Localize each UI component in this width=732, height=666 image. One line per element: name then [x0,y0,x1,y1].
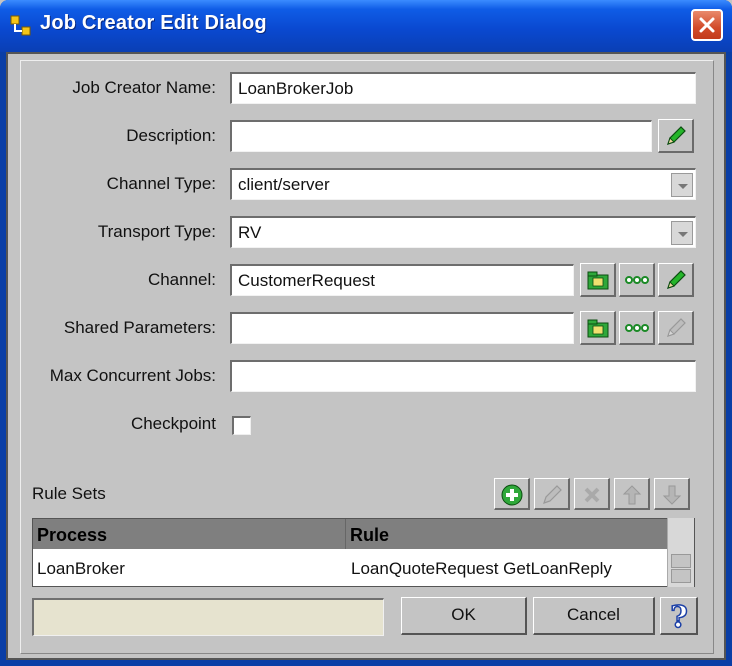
column-header-process[interactable]: Process [33,519,345,549]
channel-type-label: Channel Type: [106,174,216,193]
row-rule-cell: LoanQuoteRequest GetLoanReply [351,559,612,578]
edit-rule-set-button[interactable] [534,478,570,510]
channel-type-select[interactable]: client/server [230,168,696,200]
folder-icon [587,319,609,338]
transport-type-label: Transport Type: [97,222,216,241]
edit-description-button[interactable] [658,119,694,153]
max-concurrent-jobs-label: Max Concurrent Jobs: [49,366,216,385]
browse-channel-button[interactable] [580,263,616,297]
delete-icon [584,487,600,503]
close-icon [699,17,715,33]
transport-type-select[interactable]: RV [230,216,696,248]
row-process-cell: LoanBroker [37,559,125,578]
channel-type-value: client/server [238,175,330,194]
window-title: Job Creator Edit Dialog [40,12,267,34]
job-creator-name-input[interactable]: LoanBrokerJob [230,72,696,104]
svg-text:?: ? [670,600,688,631]
pencil-icon [667,126,686,145]
edit-channel-button[interactable] [658,263,694,297]
folder-icon [587,271,609,290]
shared-parameters-more-button[interactable] [619,311,655,345]
browse-shared-parameters-button[interactable] [580,311,616,345]
channel-input[interactable]: CustomerRequest [230,264,574,296]
scroll-down-icon[interactable] [671,569,691,583]
pencil-icon [667,270,686,289]
table-row[interactable]: LoanBroker LoanQuoteRequest GetLoanReply [33,549,667,586]
rule-sets-label: Rule Sets [32,484,106,503]
pencil-icon [667,318,686,337]
add-rule-set-button[interactable] [494,478,530,510]
table-scrollbar[interactable] [667,518,694,587]
description-label: Description: [126,126,216,145]
close-button[interactable] [691,9,723,41]
scroll-up-icon[interactable] [671,554,691,568]
channel-label: Channel: [147,270,216,289]
delete-rule-set-button[interactable] [574,478,610,510]
ellipsis-icon [625,276,649,284]
pencil-icon [543,485,562,504]
edit-shared-parameters-button[interactable] [658,311,694,345]
max-concurrent-jobs-input[interactable] [230,360,696,392]
chevron-down-icon[interactable] [671,221,693,245]
dialog-window: Job Creator Edit Dialog Job Creator Name… [0,0,732,666]
ok-button[interactable]: OK [401,597,527,635]
arrow-up-icon [622,485,642,505]
plus-icon [501,484,523,506]
column-header-rule[interactable]: Rule [345,519,667,549]
rule-sets-table: Process Rule LoanBroker LoanQuoteRequest… [32,518,695,587]
job-creator-name-label: Job Creator Name: [72,78,216,97]
help-button[interactable]: ? [660,597,698,636]
app-icon [10,15,32,37]
channel-more-button[interactable] [619,263,655,297]
checkpoint-label: Checkpoint [130,414,216,433]
cancel-button[interactable]: Cancel [533,597,655,635]
move-down-button[interactable] [654,478,690,510]
description-input[interactable] [230,120,652,152]
move-up-button[interactable] [614,478,650,510]
transport-type-value: RV [238,223,262,242]
arrow-down-icon [662,485,682,505]
checkpoint-checkbox[interactable] [232,416,251,435]
chevron-down-icon[interactable] [671,173,693,197]
shared-parameters-label: Shared Parameters: [63,318,216,337]
status-panel [32,598,384,636]
title-bar[interactable]: Job Creator Edit Dialog [0,0,732,52]
help-icon: ? [669,599,688,636]
ellipsis-icon [625,324,649,332]
shared-parameters-input[interactable] [230,312,574,344]
